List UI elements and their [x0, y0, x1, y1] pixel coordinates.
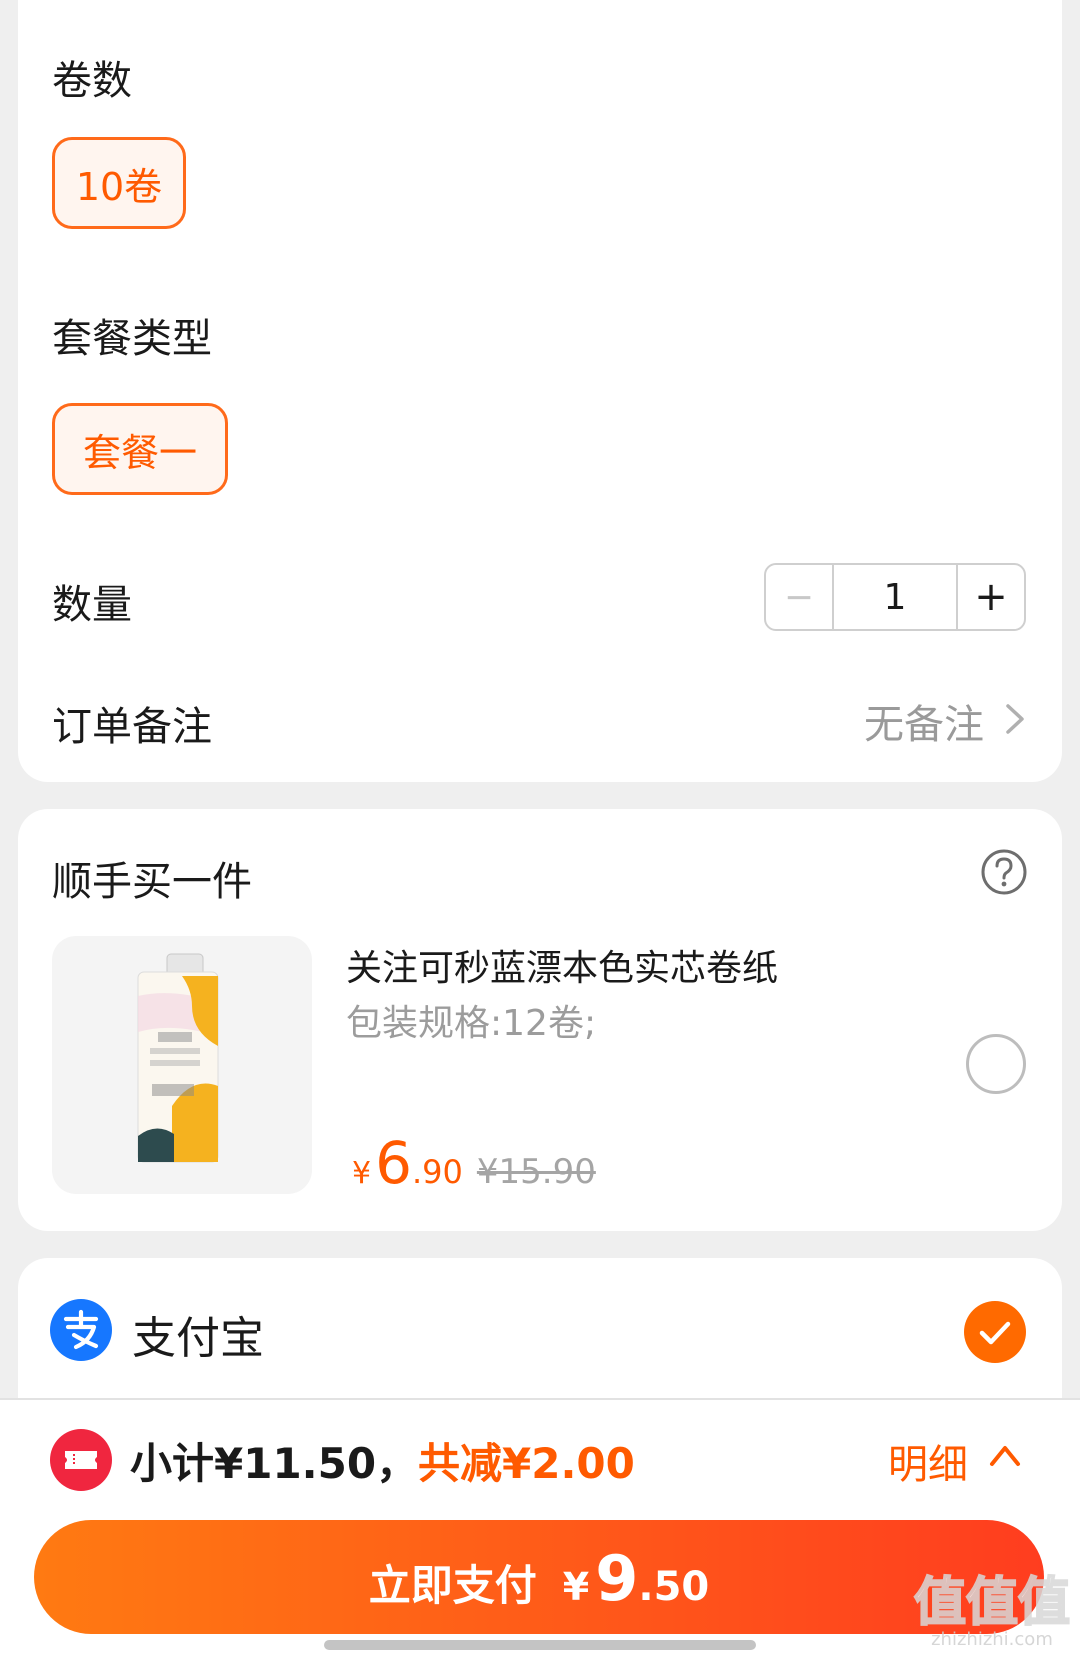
help-icon[interactable] [980, 848, 1028, 896]
pay-amount-decimal: .50 [638, 1564, 710, 1610]
addon-card: 顺手买一件 关注可秒蓝漂本色实芯卷纸 包装规格:12卷; ¥ 6 .90 ¥15… [18, 809, 1062, 1231]
pay-currency: ¥ [562, 1565, 590, 1609]
pay-amount-integer: 9 [595, 1542, 639, 1615]
original-price: ¥15.90 [476, 1152, 596, 1192]
package-option-chip[interactable]: 套餐一 [52, 403, 228, 495]
watermark-url: zhizhizhi.com [931, 1629, 1053, 1650]
package-title: 套餐类型 [52, 316, 212, 362]
chevron-up-icon[interactable] [988, 1440, 1022, 1470]
detail-link[interactable]: 明细 [888, 1432, 968, 1490]
pay-now-button[interactable]: 立即支付 ¥ 9 .50 [34, 1520, 1044, 1634]
checkmark-icon[interactable] [964, 1301, 1026, 1363]
payment-method-card[interactable]: 支付宝 [18, 1258, 1062, 1398]
rolls-option-chip[interactable]: 10卷 [52, 137, 186, 229]
watermark-logo: 值值值 [913, 1573, 1071, 1633]
alipay-label: 支付宝 [132, 1313, 264, 1364]
price-integer: 6 [375, 1129, 412, 1197]
discount-text: 共减¥2.00 [418, 1439, 635, 1488]
quantity-minus-button[interactable]: − [766, 565, 834, 629]
addon-price: ¥ 6 .90 ¥15.90 [352, 1129, 596, 1197]
pay-now-label: 立即支付 [368, 1561, 537, 1610]
addon-title: 顺手买一件 [52, 859, 252, 905]
order-remark-value[interactable]: 无备注 [864, 692, 984, 750]
toilet-paper-pack-image [137, 953, 219, 1163]
chevron-right-icon[interactable] [1002, 702, 1028, 736]
quantity-stepper: − 1 + [764, 563, 1026, 631]
quantity-title: 数量 [52, 582, 132, 628]
order-remark-title[interactable]: 订单备注 [52, 694, 212, 752]
quantity-plus-button[interactable]: + [958, 565, 1024, 629]
addon-product-spec: 包装规格:12卷; [346, 1003, 597, 1044]
product-thumbnail[interactable] [52, 936, 312, 1194]
price-currency: ¥ [352, 1156, 372, 1191]
coupon-icon [50, 1429, 112, 1491]
home-indicator[interactable] [324, 1640, 756, 1650]
quantity-value[interactable]: 1 [834, 565, 958, 629]
subtotal-text: 小计¥11.50， [130, 1439, 419, 1488]
watermark: 值值值 zhizhizhi.com [913, 1573, 1071, 1650]
price-decimal: .90 [412, 1153, 463, 1191]
rolls-title: 卷数 [52, 58, 132, 104]
addon-product-name[interactable]: 关注可秒蓝漂本色实芯卷纸 [346, 939, 778, 991]
alipay-icon [50, 1299, 112, 1361]
addon-select-radio[interactable] [966, 1034, 1026, 1094]
spec-card: 卷数 10卷 套餐类型 套餐一 数量 − 1 + 订单备注 无备注 [18, 0, 1062, 782]
checkout-bar: 小计¥11.50， 共减¥2.00 明细 立即支付 ¥ 9 .50 值值值 zh… [0, 1398, 1080, 1656]
